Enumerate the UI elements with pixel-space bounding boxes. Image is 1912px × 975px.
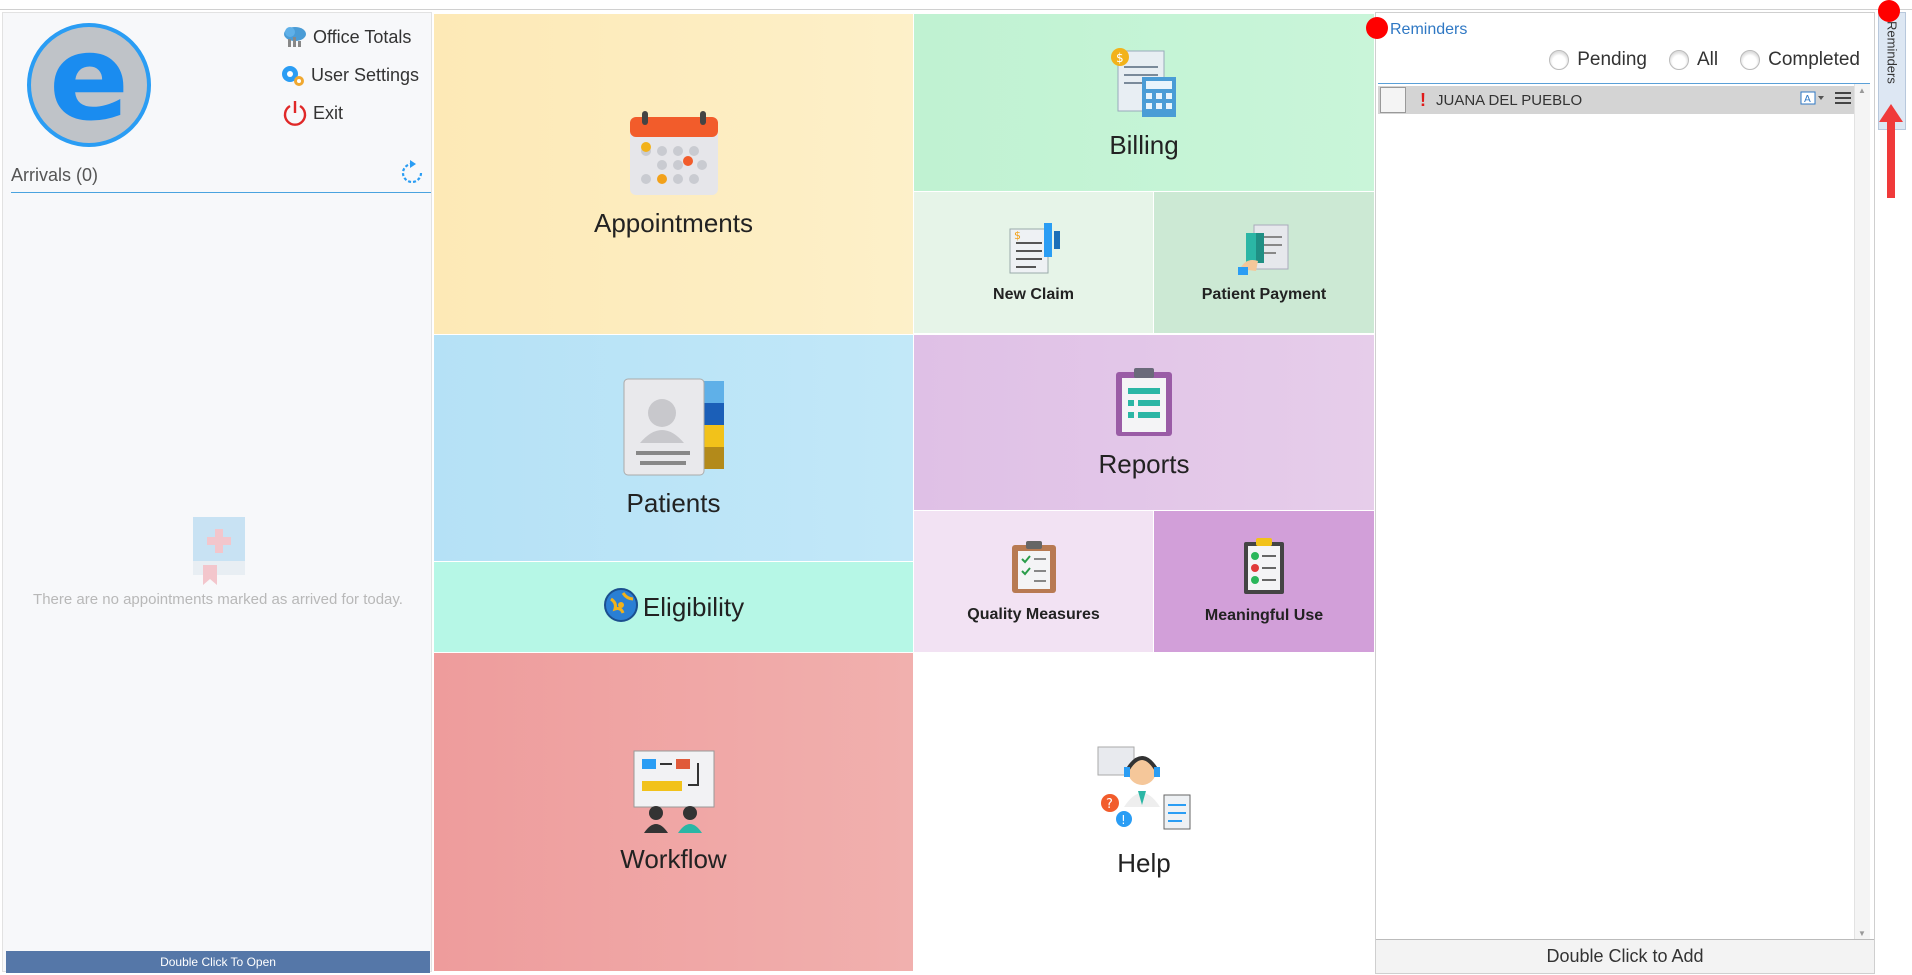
tile-reports[interactable]: Reports <box>914 335 1374 510</box>
empty-clipboard-icon <box>191 515 247 587</box>
priority-icon: ! <box>1420 89 1426 110</box>
reminders-scrollbar[interactable]: ▲ ▼ <box>1854 84 1870 940</box>
arrivals-header: Arrivals (0) <box>11 159 431 193</box>
power-icon <box>281 99 309 127</box>
arrivals-title: Arrivals (0) <box>11 165 99 185</box>
menu-icon[interactable] <box>1834 90 1852 110</box>
reminder-filter-group: Pending All Completed <box>1549 49 1860 71</box>
empty-arrivals-message: There are no appointments marked as arri… <box>33 591 403 608</box>
refresh-icon[interactable] <box>397 158 427 193</box>
tile-label: Workflow <box>620 844 727 874</box>
workflow-board-icon <box>632 749 716 838</box>
tile-label: Eligibility <box>642 591 745 622</box>
app-logo: e <box>27 19 151 147</box>
globe-icon <box>603 587 639 628</box>
support-agent-icon: ?! <box>1096 745 1192 842</box>
tile-appointments[interactable]: Appointments <box>434 14 913 334</box>
office-totals-label: Office Totals <box>313 26 412 47</box>
tile-label: Appointments <box>594 208 753 238</box>
font-style-icon[interactable]: A <box>1800 90 1826 110</box>
svg-text:?: ? <box>1106 797 1113 812</box>
double-click-open-bar[interactable]: Double Click To Open <box>6 951 430 973</box>
tile-new-claim[interactable]: $ New Claim <box>914 192 1153 333</box>
tile-label: Patient Payment <box>1201 286 1327 303</box>
reminders-panel: Reminders Pending All Completed ! JUANA … <box>1375 12 1875 974</box>
claim-document-icon: $ <box>1006 221 1062 280</box>
billing-icon: $ <box>1108 45 1180 124</box>
annotation-marker <box>1878 0 1900 22</box>
window-top-edge <box>0 0 1912 10</box>
user-settings-label: User Settings <box>311 64 420 85</box>
address-book-icon <box>622 377 726 482</box>
calendar-icon <box>628 109 720 202</box>
checklist-icon <box>1010 539 1058 600</box>
filter-all-radio[interactable]: All <box>1668 49 1719 71</box>
filter-pending-radio[interactable]: Pending <box>1549 49 1647 71</box>
annotation-marker <box>1366 17 1388 39</box>
svg-text:$: $ <box>1014 229 1021 242</box>
status-checklist-icon <box>1242 538 1286 601</box>
office-totals-button[interactable]: Office Totals <box>281 23 411 51</box>
tile-eligibility[interactable]: Eligibility <box>434 562 913 652</box>
tile-workflow[interactable]: Workflow <box>434 653 913 971</box>
payment-card-icon <box>1236 221 1292 280</box>
tile-patient-payment[interactable]: Patient Payment <box>1154 192 1374 333</box>
tile-label: Meaningful Use <box>1204 607 1324 624</box>
scroll-up-icon[interactable]: ▲ <box>1858 86 1866 95</box>
cloud-chart-icon <box>281 23 309 51</box>
tile-label: Billing <box>1109 129 1179 160</box>
radio-circle <box>1668 50 1689 70</box>
radio-circle <box>1549 50 1570 70</box>
tile-label: Reports <box>1098 448 1190 479</box>
scroll-down-icon[interactable]: ▼ <box>1858 929 1866 938</box>
reminder-name: JUANA DEL PUEBLO <box>1436 91 1583 109</box>
exit-label: Exit <box>313 102 344 123</box>
annotation-arrow <box>1879 104 1903 198</box>
clipboard-report-icon <box>1114 366 1174 443</box>
radio-label: All <box>1696 49 1719 70</box>
radio-label: Completed <box>1768 49 1860 70</box>
tile-label: Patients <box>626 488 721 518</box>
gear-icon <box>279 61 307 89</box>
tile-label: Quality Measures <box>967 606 1100 623</box>
svg-text:A: A <box>1804 94 1811 105</box>
reminders-title[interactable]: Reminders <box>1390 21 1467 39</box>
reminders-list: ! JUANA DEL PUEBLO A ▲ ▼ <box>1378 83 1870 940</box>
exit-button[interactable]: Exit <box>281 99 343 127</box>
user-settings-button[interactable]: User Settings <box>279 61 419 89</box>
arrivals-pane: e Office Totals User Settings Exit Arriv… <box>2 12 432 973</box>
double-click-add-bar[interactable]: Double Click to Add <box>1376 939 1874 973</box>
tile-patients[interactable]: Patients <box>434 335 913 561</box>
row-actions: A <box>1800 90 1852 110</box>
tile-billing[interactable]: $ Billing <box>914 14 1374 191</box>
tile-quality-measures[interactable]: Quality Measures <box>914 511 1153 652</box>
reminder-checkbox[interactable] <box>1380 87 1406 113</box>
radio-label: Pending <box>1577 49 1647 70</box>
tile-label: New Claim <box>993 286 1074 303</box>
filter-completed-radio[interactable]: Completed <box>1740 49 1860 71</box>
tile-help[interactable]: ?! Help <box>914 653 1374 971</box>
list-item[interactable]: ! JUANA DEL PUEBLO A <box>1378 86 1858 114</box>
svg-text:!: ! <box>1121 813 1126 827</box>
tile-label: Help <box>1117 848 1171 878</box>
radio-circle <box>1740 50 1761 70</box>
tile-meaningful-use[interactable]: Meaningful Use <box>1154 511 1374 652</box>
svg-text:$: $ <box>1116 51 1124 65</box>
